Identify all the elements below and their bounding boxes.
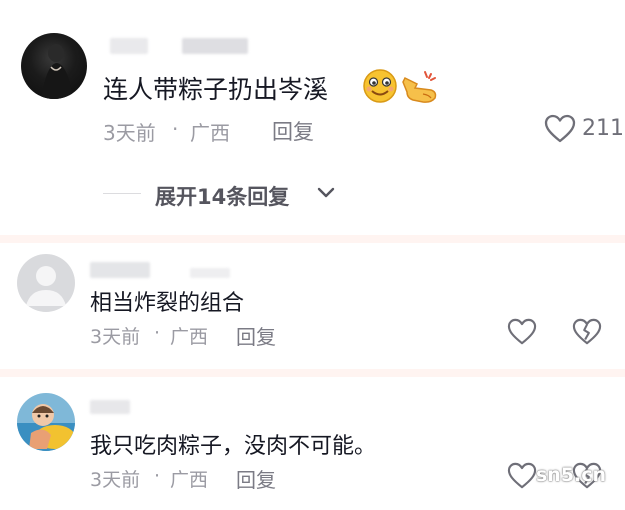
username[interactable] [90, 400, 130, 414]
comment-time: 3天前 [90, 469, 141, 491]
comment-location: 广西 [190, 121, 230, 145]
reply-button[interactable]: 回复 [236, 321, 276, 350]
dot-separator: · [154, 322, 161, 344]
comment-text: 相当炸裂的组合 [90, 291, 245, 316]
comment-text: 我只吃肉粽子，没肉不可能。 [90, 434, 377, 459]
username [190, 268, 230, 278]
avatar[interactable] [17, 393, 75, 451]
comment-location: 广西 [170, 326, 209, 348]
heart-icon[interactable] [507, 318, 537, 350]
heart-icon[interactable] [507, 462, 537, 494]
comment-location: 广西 [170, 469, 209, 491]
username[interactable] [90, 262, 150, 278]
section-divider [0, 235, 625, 243]
section-divider [0, 369, 625, 377]
broken-heart-icon[interactable] [572, 318, 602, 350]
like-count: 211 [582, 116, 624, 141]
comment-time: 3天前 [103, 121, 156, 145]
heart-icon[interactable] [544, 114, 576, 148]
expand-divider-line [103, 193, 141, 194]
watermark: sn5.cn [536, 464, 607, 486]
dot-separator: · [172, 117, 179, 141]
chevron-down-icon [316, 185, 336, 205]
avatar[interactable] [17, 254, 75, 312]
dot-separator: · [154, 465, 161, 487]
reply-button[interactable]: 回复 [272, 116, 314, 146]
comment-text: 连人带粽子扔出岑溪 [103, 75, 329, 104]
hand-emoji [401, 68, 441, 108]
comment-time: 3天前 [90, 326, 141, 348]
avatar[interactable] [21, 33, 87, 99]
username[interactable] [110, 38, 148, 54]
smiling-face-emoji [361, 68, 399, 108]
expand-replies-label[interactable]: 展开14条回复 [155, 181, 289, 211]
reply-button[interactable]: 回复 [236, 464, 276, 493]
username [182, 38, 248, 54]
